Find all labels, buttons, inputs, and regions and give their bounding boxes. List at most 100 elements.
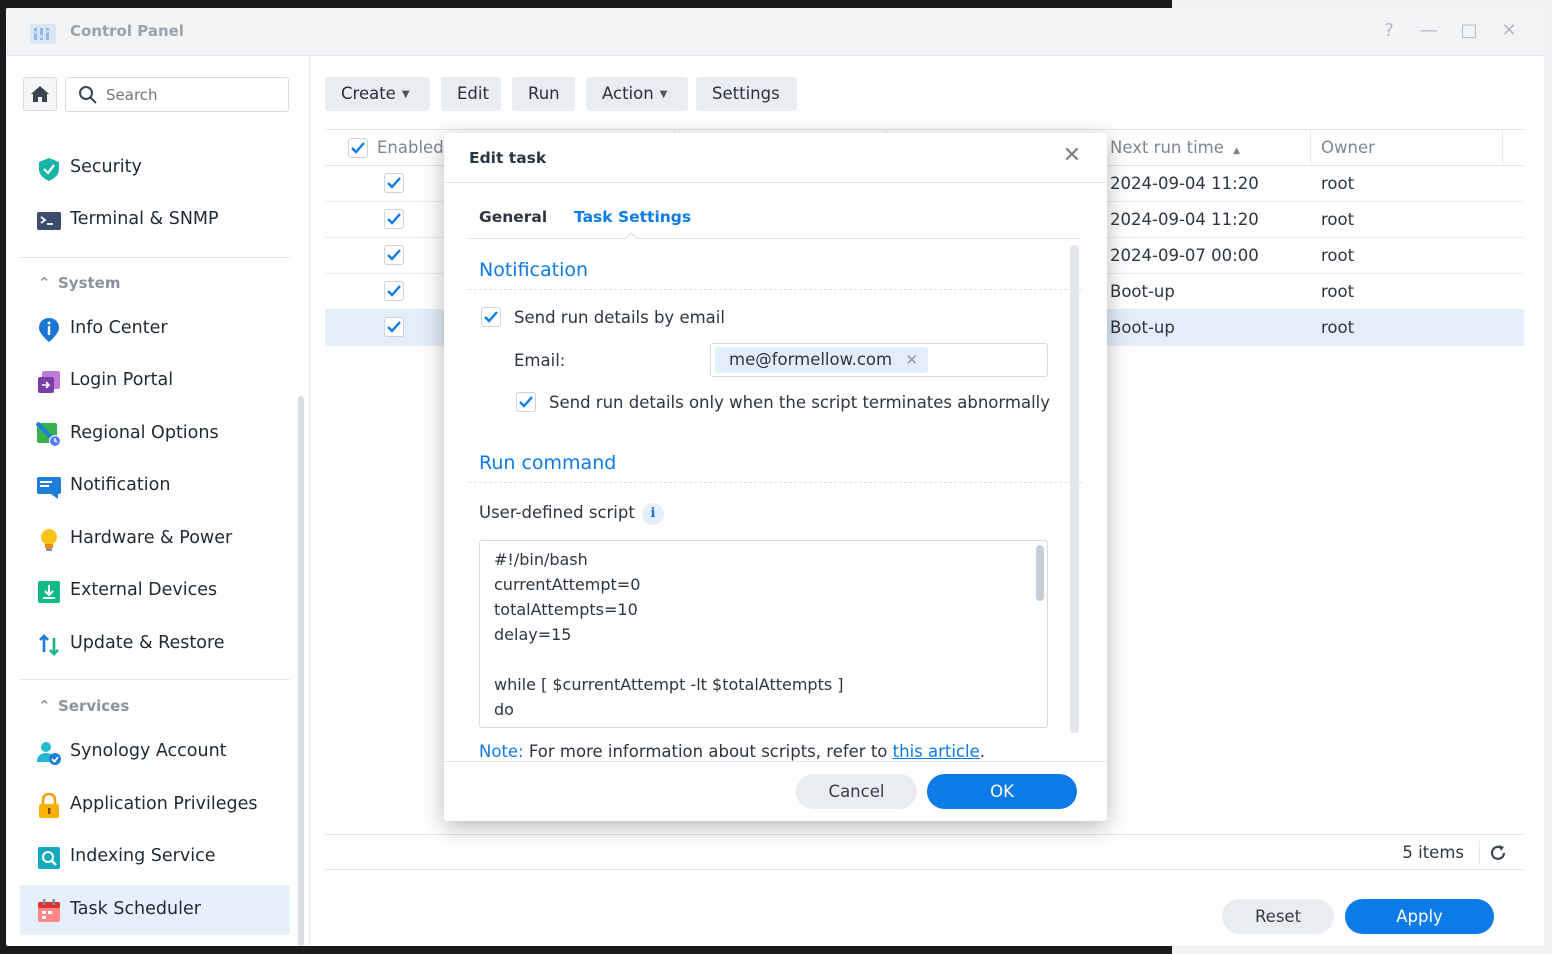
column-header-owner[interactable]: Owner bbox=[1321, 130, 1375, 166]
create-label: Create bbox=[341, 84, 396, 103]
settings-button[interactable]: Settings bbox=[696, 77, 797, 111]
title-bar[interactable]: Control Panel ? — □ ✕ bbox=[6, 8, 1544, 56]
enabled-checkbox[interactable] bbox=[384, 173, 404, 193]
abnormal-only-checkbox[interactable] bbox=[516, 392, 536, 412]
chevron-up-icon: ⌃ bbox=[38, 697, 51, 715]
group-system-header[interactable]: ⌃ System bbox=[38, 274, 120, 292]
search-input[interactable] bbox=[106, 84, 276, 106]
sidebar-item-hardware-power[interactable]: Hardware & Power bbox=[20, 514, 290, 564]
divider bbox=[20, 257, 290, 258]
email-chip: me@formellow.com ✕ bbox=[715, 347, 929, 373]
sidebar-item-notification[interactable]: Notification bbox=[20, 461, 290, 511]
sidebar-item-label: Info Center bbox=[70, 318, 168, 338]
group-services-header[interactable]: ⌃ Services bbox=[38, 697, 129, 715]
edit-button[interactable]: Edit bbox=[441, 77, 501, 111]
owner-cell: root bbox=[1321, 318, 1355, 337]
sidebar-item-external-devices[interactable]: External Devices bbox=[20, 566, 290, 616]
next-run-time-cell: Boot-up bbox=[1110, 318, 1175, 337]
owner-cell: root bbox=[1321, 282, 1355, 301]
sidebar-item-application-privileges[interactable]: Application Privileges bbox=[20, 780, 290, 830]
dialog-scrollbar[interactable] bbox=[1070, 245, 1079, 733]
enabled-checkbox[interactable] bbox=[384, 245, 404, 265]
sidebar-item-indexing-service[interactable]: Indexing Service bbox=[20, 832, 290, 882]
sidebar-item-label: Login Portal bbox=[70, 370, 174, 390]
sidebar-item-task-scheduler[interactable]: Task Scheduler bbox=[20, 885, 290, 935]
sort-ascending-icon: ▲ bbox=[1233, 146, 1241, 156]
cancel-button[interactable]: Cancel bbox=[796, 774, 917, 809]
divider bbox=[1479, 841, 1480, 865]
next-run-time-cell: 2024-09-07 00:00 bbox=[1110, 246, 1259, 265]
action-button[interactable]: Action ▼ bbox=[586, 77, 688, 111]
sidebar-item-terminal-snmp[interactable]: Terminal & SNMP bbox=[20, 195, 290, 245]
script-textarea[interactable]: #!/bin/bash currentAttempt=0 totalAttemp… bbox=[479, 540, 1048, 728]
caret-down-icon: ▼ bbox=[659, 88, 668, 100]
reset-button[interactable]: Reset bbox=[1222, 899, 1334, 934]
column-header-next-run-time[interactable]: Next run time ▲ bbox=[1110, 130, 1240, 166]
apply-button[interactable]: Apply bbox=[1345, 899, 1494, 934]
email-label: Email: bbox=[514, 351, 566, 370]
close-window-button[interactable]: ✕ bbox=[1498, 20, 1520, 42]
sidebar-item-security[interactable]: Security bbox=[20, 143, 290, 193]
caret-down-icon: ▼ bbox=[401, 88, 410, 100]
close-icon[interactable]: ✕ bbox=[1061, 145, 1083, 167]
sidebar-item-label: Notification bbox=[70, 475, 171, 495]
lock-icon bbox=[39, 793, 59, 818]
sidebar-scrollbar[interactable] bbox=[298, 396, 304, 946]
column-separator bbox=[1502, 130, 1503, 166]
abnormal-only-label[interactable]: Send run details only when the script te… bbox=[549, 393, 1050, 412]
enabled-checkbox[interactable] bbox=[384, 209, 404, 229]
column-separator bbox=[1310, 130, 1311, 166]
checkmark-icon bbox=[387, 249, 401, 261]
sidebar-item-update-restore[interactable]: Update & Restore bbox=[20, 619, 290, 669]
email-field[interactable]: me@formellow.com ✕ bbox=[710, 343, 1048, 377]
sidebar-item-label: Synology Account bbox=[70, 741, 227, 761]
checkmark-icon bbox=[387, 177, 401, 189]
create-button[interactable]: Create ▼ bbox=[325, 77, 430, 111]
tab-general[interactable]: General bbox=[479, 208, 547, 226]
this-article-link[interactable]: this article bbox=[893, 742, 980, 761]
remove-email-icon[interactable]: ✕ bbox=[906, 347, 919, 373]
dialog-title: Edit task bbox=[469, 149, 547, 167]
group-label: System bbox=[58, 274, 121, 292]
help-button[interactable]: ? bbox=[1378, 20, 1400, 42]
sidebar-item-label: Hardware & Power bbox=[70, 528, 233, 548]
divider bbox=[469, 482, 1082, 483]
search-box[interactable] bbox=[65, 77, 289, 112]
send-email-checkbox[interactable] bbox=[481, 307, 501, 327]
ok-button[interactable]: OK bbox=[927, 774, 1077, 809]
update-restore-icon bbox=[39, 634, 59, 656]
lightbulb-icon bbox=[41, 529, 57, 551]
shield-icon bbox=[39, 158, 59, 181]
sidebar-item-label: Terminal & SNMP bbox=[70, 209, 219, 229]
home-button[interactable] bbox=[23, 77, 57, 111]
section-notification-heading: Notification bbox=[479, 259, 589, 281]
terminal-icon bbox=[37, 212, 61, 230]
enabled-checkbox[interactable] bbox=[384, 281, 404, 301]
notification-icon bbox=[37, 477, 61, 499]
select-all-checkbox[interactable] bbox=[348, 138, 368, 158]
account-icon bbox=[37, 742, 61, 765]
script-scrollbar[interactable] bbox=[1036, 545, 1044, 601]
item-count: 5 items bbox=[1402, 843, 1464, 862]
indexing-icon bbox=[38, 847, 60, 869]
tab-underline bbox=[469, 238, 1081, 239]
column-header-enabled[interactable]: Enabled bbox=[377, 130, 444, 166]
enabled-checkbox[interactable] bbox=[384, 317, 404, 337]
refresh-icon[interactable] bbox=[1488, 843, 1508, 863]
tab-task-settings[interactable]: Task Settings bbox=[574, 208, 691, 226]
send-email-label[interactable]: Send run details by email bbox=[514, 308, 725, 327]
login-portal-icon bbox=[38, 371, 60, 393]
action-label: Action bbox=[602, 84, 654, 103]
maximize-button[interactable]: □ bbox=[1458, 20, 1480, 42]
sidebar-item-regional-options[interactable]: Regional Options bbox=[20, 409, 290, 459]
checkmark-icon bbox=[387, 213, 401, 225]
sidebar-item-login-portal[interactable]: Login Portal bbox=[20, 356, 290, 406]
info-icon[interactable]: i bbox=[642, 503, 664, 525]
minimize-button[interactable]: — bbox=[1418, 20, 1440, 42]
run-button[interactable]: Run bbox=[512, 77, 575, 111]
owner-cell: root bbox=[1321, 174, 1355, 193]
divider bbox=[444, 182, 1107, 183]
sidebar-item-info-center[interactable]: Info Center bbox=[20, 304, 290, 354]
script-content: #!/bin/bash currentAttempt=0 totalAttemp… bbox=[494, 550, 844, 719]
sidebar-item-synology-account[interactable]: Synology Account bbox=[20, 727, 290, 777]
